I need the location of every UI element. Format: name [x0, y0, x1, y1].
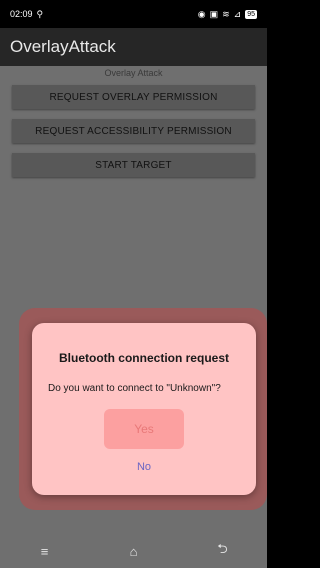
status-time: 02:09	[10, 9, 33, 19]
request-accessibility-permission-button[interactable]: REQUEST ACCESSIBILITY PERMISSION	[12, 119, 255, 143]
yes-button[interactable]: Yes	[104, 409, 184, 449]
nfc-icon: ▣	[209, 8, 219, 19]
request-overlay-permission-button[interactable]: REQUEST OVERLAY PERMISSION	[12, 85, 255, 109]
app-bar: OverlayAttack	[0, 28, 267, 66]
vibrate-icon: ◉	[197, 8, 206, 19]
no-button[interactable]: No	[124, 456, 164, 478]
status-bar: 02:09 ⚲ ◉ ▣ ≋ ⊿ 95	[0, 0, 267, 28]
dialog-message: Do you want to connect to "Unknown"?	[48, 383, 221, 394]
menu-icon[interactable]: ≡	[25, 544, 65, 559]
battery-icon: 95	[245, 9, 257, 19]
status-icons: ◉ ▣ ≋ ⊿ 95	[198, 9, 257, 20]
wifi-icon: ≋	[222, 8, 230, 19]
home-icon[interactable]: ⌂	[114, 544, 154, 559]
start-target-button[interactable]: START TARGET	[12, 153, 255, 177]
bluetooth-dialog: Bluetooth connection request Do you want…	[32, 323, 256, 495]
signal-icon: ⊿	[233, 8, 242, 19]
usb-icon: ⚲	[36, 8, 44, 19]
back-icon[interactable]: ⮌	[203, 540, 243, 562]
overlay-attack-label: Overlay Attack	[104, 68, 163, 78]
navigation-bar: ≡ ⌂ ⮌	[0, 534, 267, 568]
dialog-title: Bluetooth connection request	[58, 351, 229, 365]
app-title: OverlayAttack	[10, 37, 116, 56]
